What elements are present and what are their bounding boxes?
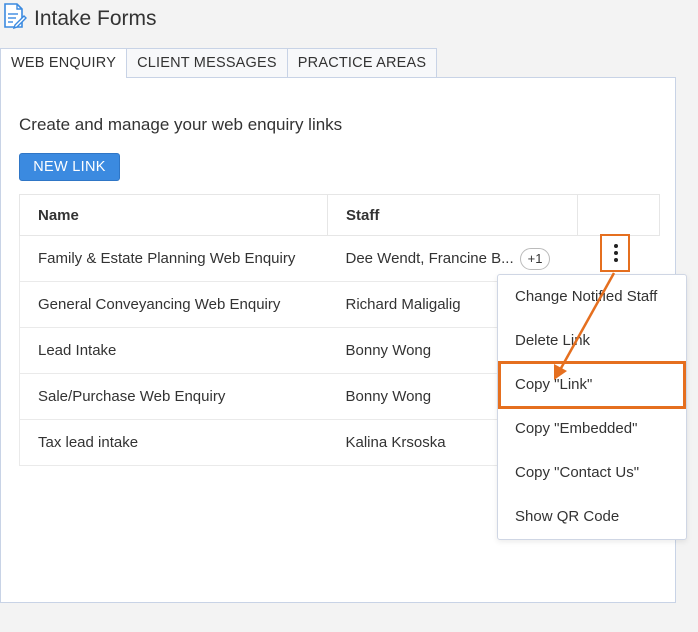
column-header-name[interactable]: Name: [19, 194, 328, 236]
row-name: General Conveyancing Web Enquiry: [19, 281, 328, 328]
row-staff-text: Dee Wendt, Francine B...: [345, 250, 514, 267]
extra-staff-badge[interactable]: +1: [519, 247, 551, 270]
menu-item-show-qr-code[interactable]: Show QR Code: [498, 495, 686, 539]
panel-description: Create and manage your web enquiry links: [19, 115, 343, 134]
menu-item-delete-link[interactable]: Delete Link: [498, 319, 686, 363]
row-name: Sale/Purchase Web Enquiry: [19, 373, 328, 420]
menu-item-copy-contact-us[interactable]: Copy "Contact Us": [498, 451, 686, 495]
form-edit-icon: [2, 2, 28, 30]
tab-practice-areas[interactable]: PRACTICE AREAS: [286, 48, 438, 77]
menu-item-copy-link[interactable]: Copy "Link": [498, 363, 686, 407]
row-actions-menu: Change Notified Staff Delete Link Copy "…: [497, 274, 687, 540]
more-vertical-icon[interactable]: [600, 234, 630, 272]
row-name: Family & Estate Planning Web Enquiry: [19, 235, 328, 282]
table-header-row: Name Staff: [19, 194, 660, 236]
page-header: Intake Forms: [0, 0, 698, 46]
row-name: Tax lead intake: [19, 419, 328, 466]
tab-web-enquiry[interactable]: WEB ENQUIRY: [0, 48, 128, 78]
menu-item-change-notified-staff[interactable]: Change Notified Staff: [498, 275, 686, 319]
tab-bar: WEB ENQUIRY CLIENT MESSAGES PRACTICE ARE…: [0, 48, 438, 78]
menu-item-copy-embedded[interactable]: Copy "Embedded": [498, 407, 686, 451]
page-title: Intake Forms: [34, 7, 157, 30]
column-header-actions: [577, 194, 660, 236]
column-header-staff[interactable]: Staff: [327, 194, 578, 236]
tab-client-messages[interactable]: CLIENT MESSAGES: [126, 48, 288, 77]
new-link-button[interactable]: NEW LINK: [19, 153, 120, 181]
row-name: Lead Intake: [19, 327, 328, 374]
